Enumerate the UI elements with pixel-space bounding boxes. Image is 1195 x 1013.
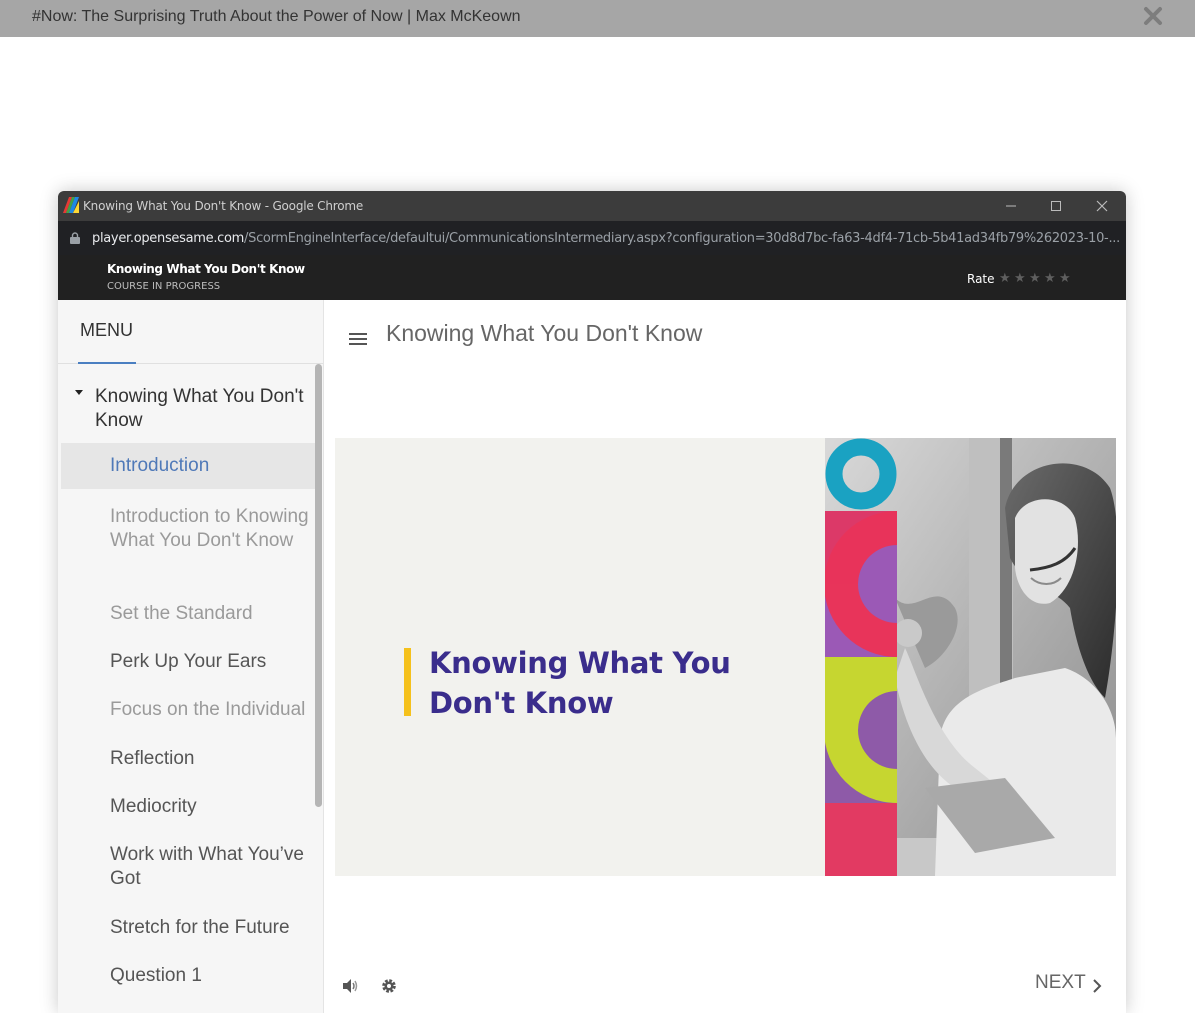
minimize-icon[interactable] xyxy=(1003,198,1019,214)
rating-stars[interactable]: ★ ★ ★ ★ ★ xyxy=(999,269,1074,287)
slide-accent-bar xyxy=(404,648,411,716)
star-icon[interactable]: ★ xyxy=(999,270,1014,286)
menu-item-introduction-to-knowing[interactable]: Introduction to Knowing What You Don't K… xyxy=(110,505,323,553)
menu-item-introduction[interactable]: Introduction xyxy=(61,443,315,489)
modal-header: #Now: The Surprising Truth About the Pow… xyxy=(0,0,1195,37)
star-icon[interactable]: ★ xyxy=(1059,270,1074,286)
chevron-right-icon[interactable] xyxy=(1092,978,1102,994)
menu-item-set-the-standard[interactable]: Set the Standard xyxy=(110,602,323,626)
browser-window: Knowing What You Don't Know - Google Chr… xyxy=(58,191,1126,1013)
rate-label: Rate xyxy=(967,272,995,286)
menu-item-mediocrity[interactable]: Mediocrity xyxy=(110,795,323,819)
star-icon[interactable]: ★ xyxy=(1044,270,1059,286)
gear-icon[interactable] xyxy=(380,977,398,995)
menu-item-reflection[interactable]: Reflection xyxy=(110,747,323,771)
menu-item-work-with-what-youve-got[interactable]: Work with What You’ve Got xyxy=(110,843,323,891)
menu-item-label: Introduction xyxy=(110,455,210,476)
maximize-icon[interactable] xyxy=(1048,198,1064,214)
course-title: Knowing What You Don't Know xyxy=(107,262,305,276)
address-bar[interactable]: player.opensesame.com/ScormEngineInterfa… xyxy=(58,221,1126,255)
url-path: /ScormEngineInterface/defaultui/Communic… xyxy=(244,231,1120,246)
slide-image: Knowing What You Don't Know xyxy=(335,438,1116,876)
browser-window-title: Knowing What You Don't Know - Google Chr… xyxy=(83,199,364,213)
url-text: player.opensesame.com/ScormEngineInterfa… xyxy=(92,231,1120,246)
opensesame-logo-icon xyxy=(63,197,79,213)
star-icon[interactable]: ★ xyxy=(1014,270,1029,286)
next-button[interactable]: NEXT xyxy=(1035,972,1086,994)
course-menu: MENU Knowing What You Don't Know Introdu… xyxy=(58,300,324,1013)
page-title: Knowing What You Don't Know xyxy=(386,320,703,346)
close-icon[interactable] xyxy=(1141,4,1165,28)
menu-item-perk-up-your-ears[interactable]: Perk Up Your Ears xyxy=(110,650,323,674)
menu-section-title[interactable]: Knowing What You Don't Know xyxy=(95,385,323,433)
lesson-content: Knowing What You Don't Know Knowing What… xyxy=(325,300,1126,1013)
woman-with-headset-photo xyxy=(825,438,1116,876)
menu-item-focus-on-the-individual[interactable]: Focus on the Individual xyxy=(110,698,323,722)
course-status: COURSE IN PROGRESS xyxy=(107,281,221,292)
star-icon[interactable]: ★ xyxy=(1029,270,1044,286)
modal-title: #Now: The Surprising Truth About the Pow… xyxy=(32,8,521,25)
course-header: Knowing What You Don't Know COURSE IN PR… xyxy=(58,255,1126,300)
window-close-icon[interactable] xyxy=(1094,198,1110,214)
audio-icon[interactable] xyxy=(341,977,359,995)
menu-item-question-1[interactable]: Question 1 xyxy=(110,964,323,988)
url-host: player.opensesame.com xyxy=(92,231,245,246)
caret-down-icon[interactable] xyxy=(75,390,83,395)
menu-tab[interactable]: MENU xyxy=(80,320,133,341)
slide-title: Knowing What You Don't Know xyxy=(429,646,731,720)
menu-item-stretch-for-the-future[interactable]: Stretch for the Future xyxy=(110,916,323,940)
menu-tab-indicator xyxy=(78,362,136,364)
hamburger-menu-icon[interactable] xyxy=(349,333,367,345)
lock-icon xyxy=(70,232,80,244)
browser-titlebar: Knowing What You Don't Know - Google Chr… xyxy=(58,191,1126,221)
